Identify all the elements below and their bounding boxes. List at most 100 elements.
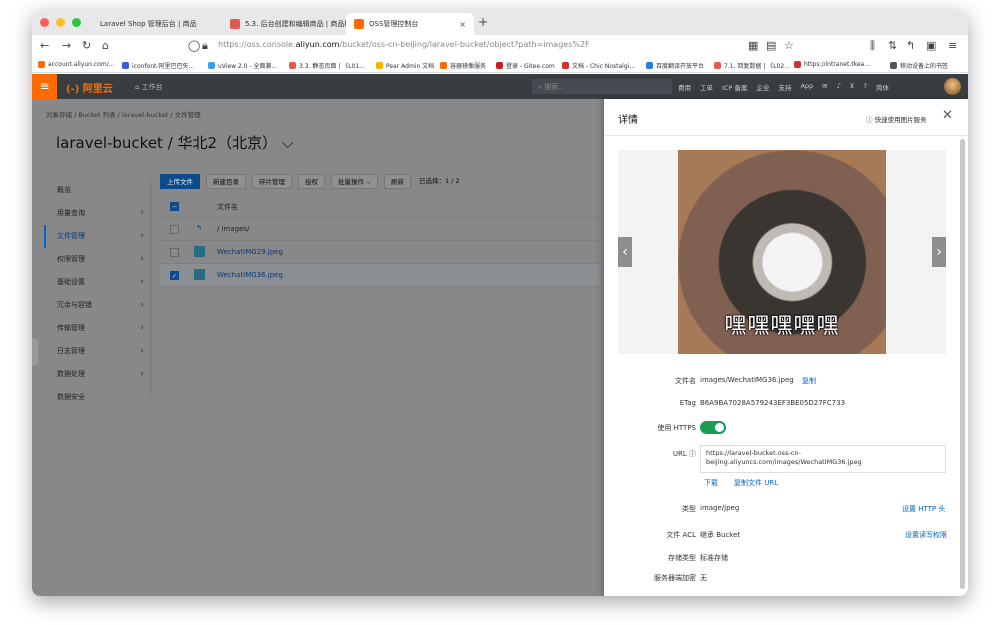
language-switch[interactable]: 简体: [876, 82, 889, 92]
translate-icon[interactable]: ▣: [926, 39, 936, 52]
collapse-sidebar-handle[interactable]: [32, 339, 38, 365]
header-link-support[interactable]: 支持: [778, 82, 791, 92]
quick-image-service-link[interactable]: ⓘ 快速使用图片服务: [866, 114, 927, 124]
sidebar-divider: [150, 179, 151, 397]
authorize-button[interactable]: 授权: [298, 174, 325, 189]
sidebar-item-redundancy[interactable]: 冗余与容错 ›: [44, 294, 150, 317]
set-http-header-link[interactable]: 设置 HTTP 头: [902, 504, 945, 514]
breadcrumb[interactable]: 对象存储 / Bucket 列表 / laravel-bucket / 文件管理: [46, 109, 201, 119]
bookmark-item[interactable]: 文档 - Chic Nostalgi...: [562, 61, 635, 70]
row-checkbox[interactable]: ✓: [170, 271, 179, 280]
cart-icon[interactable]: ⊻: [850, 82, 855, 92]
table-row[interactable]: ↰ / images/: [160, 218, 600, 241]
set-acl-link[interactable]: 设置读写权限: [905, 530, 947, 540]
sidebar-item-logs[interactable]: 日志管理 ›: [44, 340, 150, 363]
back-icon[interactable]: ←: [40, 39, 49, 52]
fragments-button[interactable]: 碎片管理: [252, 174, 292, 189]
address-bar[interactable]: https://oss.console.aliyun.com/bucket/os…: [218, 40, 590, 49]
bookmark-item[interactable]: 移动设备上的书签: [890, 61, 948, 70]
reply-icon[interactable]: ↰: [906, 39, 915, 52]
table-row[interactable]: WechatIMG29.jpeg: [160, 241, 600, 264]
library-icon[interactable]: ⫼: [870, 39, 875, 53]
forward-icon[interactable]: →: [62, 39, 71, 52]
previous-image-icon[interactable]: ‹: [618, 237, 632, 267]
file-name-link[interactable]: WechatIMG29.jpeg: [217, 248, 283, 256]
hamburger-menu-icon[interactable]: ≡: [32, 74, 57, 99]
url-field[interactable]: https://laravel-bucket.oss-cn-beijing.al…: [700, 445, 946, 473]
next-image-icon[interactable]: ›: [932, 237, 946, 267]
sidebar-item-usage[interactable]: 用量查询 ›: [44, 202, 150, 225]
bookmark-item[interactable]: 容器镜像服务: [440, 61, 486, 70]
batch-operations-dropdown[interactable]: 批量操作 ⌵: [331, 174, 378, 189]
close-tab-icon[interactable]: ×: [459, 20, 466, 29]
home-icon[interactable]: ⌂: [102, 39, 109, 52]
reload-icon[interactable]: ↻: [82, 39, 91, 52]
acl-label: 文件 ACL: [666, 531, 696, 539]
bookmark-item[interactable]: https://intranet.tkea...: [794, 61, 870, 68]
bookmark-item[interactable]: iconfont-阿里巴巴矢...: [122, 61, 194, 70]
parent-folder-label[interactable]: / images/: [217, 225, 249, 233]
bookmark-item[interactable]: account.aliyun.com/...: [38, 61, 114, 68]
shield-icon[interactable]: ◯: [188, 39, 200, 52]
bookmark-item[interactable]: 7.1. 回复数据 | 《L02...: [714, 61, 790, 70]
bookmark-item[interactable]: 百度翻译开放平台: [646, 61, 704, 70]
tab-label: 5.3. 后台创建和编辑商品 | 商品模 ×: [245, 20, 350, 28]
minimize-window-icon[interactable]: [56, 18, 65, 27]
file-name-link[interactable]: WechatIMG36.jpeg: [217, 271, 283, 279]
url-domain: aliyun.com: [295, 40, 340, 49]
sidebar-item-data-processing[interactable]: 数据处理 ›: [44, 363, 150, 386]
panel-scrollbar[interactable]: [960, 139, 965, 589]
select-all-checkbox[interactable]: −: [170, 202, 179, 211]
header-link-tickets[interactable]: 工单: [700, 82, 713, 92]
close-icon[interactable]: ✕: [942, 108, 953, 123]
tab-oss-console[interactable]: OSS管理控制台 ×: [346, 13, 474, 35]
bookmark-label: 登录 - Gitee.com: [506, 63, 555, 70]
sidebar-item-permissions[interactable]: 权限管理 ›: [44, 248, 150, 271]
sidebar-item-overview[interactable]: 概览: [44, 179, 150, 202]
tab-laravel-docs[interactable]: 5.3. 后台创建和编辑商品 | 商品模 ×: [222, 13, 350, 35]
copy-url-link[interactable]: 复制文件 URL: [734, 478, 778, 488]
close-window-icon[interactable]: [40, 18, 49, 27]
page-title[interactable]: laravel-bucket / 华北2（北京） ⌵: [56, 132, 293, 153]
https-toggle[interactable]: [700, 421, 726, 434]
bookmark-item[interactable]: uView 2.0 - 全面兼...: [208, 61, 277, 70]
maximize-window-icon[interactable]: [72, 18, 81, 27]
qr-code-icon[interactable]: ▦: [748, 39, 758, 52]
sidebar-item-data-security[interactable]: 数据安全: [44, 386, 150, 409]
sidebar-item-transfer[interactable]: 传输管理 ›: [44, 317, 150, 340]
message-icon[interactable]: ✉: [822, 82, 827, 92]
bookmark-item[interactable]: 登录 - Gitee.com: [496, 61, 555, 70]
sidebar-item-basic-settings[interactable]: 基础设置 ›: [44, 271, 150, 294]
bookmark-item[interactable]: Pear Admin 文档: [376, 61, 434, 70]
upload-button[interactable]: 上传文件: [160, 174, 200, 189]
table-row[interactable]: ✓ WechatIMG36.jpeg: [160, 264, 600, 287]
copy-filename-link[interactable]: 复制: [802, 376, 816, 386]
header-link-billing[interactable]: 费用: [678, 82, 691, 92]
bookmark-star-icon[interactable]: ☆: [784, 39, 794, 52]
bell-icon[interactable]: ♪: [837, 82, 841, 92]
back-arrow-icon[interactable]: ↰: [196, 224, 202, 232]
preview-image[interactable]: 嘿嘿嘿嘿嘿: [678, 150, 886, 354]
workbench-link[interactable]: ⌂ 工作台: [135, 82, 163, 92]
download-link[interactable]: 下载: [704, 478, 718, 488]
help-circle-icon[interactable]: ⓘ: [689, 450, 696, 458]
aliyun-logo[interactable]: (-) 阿里云: [66, 80, 113, 95]
workbench-label: 工作台: [141, 83, 163, 91]
avatar[interactable]: [944, 78, 961, 95]
row-checkbox[interactable]: [170, 248, 179, 257]
tab-laravel-shop[interactable]: Laravel Shop 管理后台 | 商品: [92, 13, 222, 35]
header-link-icp[interactable]: ICP 备案: [722, 82, 747, 92]
bookmark-item[interactable]: 3.3. 静态页面 | 《L01...: [289, 61, 365, 70]
sidebar-item-files[interactable]: 文件管理 ›: [44, 225, 150, 248]
extension-icon[interactable]: ⇅: [888, 39, 897, 52]
help-icon[interactable]: ?: [864, 82, 867, 92]
new-tab-button[interactable]: +: [478, 15, 488, 29]
header-link-enterprise[interactable]: 企业: [756, 82, 769, 92]
reader-icon[interactable]: ▤: [766, 39, 776, 52]
search-input[interactable]: ⌕ 搜索...: [532, 79, 672, 94]
new-directory-button[interactable]: 新建目录: [206, 174, 246, 189]
refresh-button[interactable]: 刷新: [384, 174, 411, 189]
header-link-app[interactable]: App: [800, 82, 813, 92]
etag-label: ETag: [679, 399, 696, 407]
menu-icon[interactable]: ≡: [948, 39, 957, 52]
